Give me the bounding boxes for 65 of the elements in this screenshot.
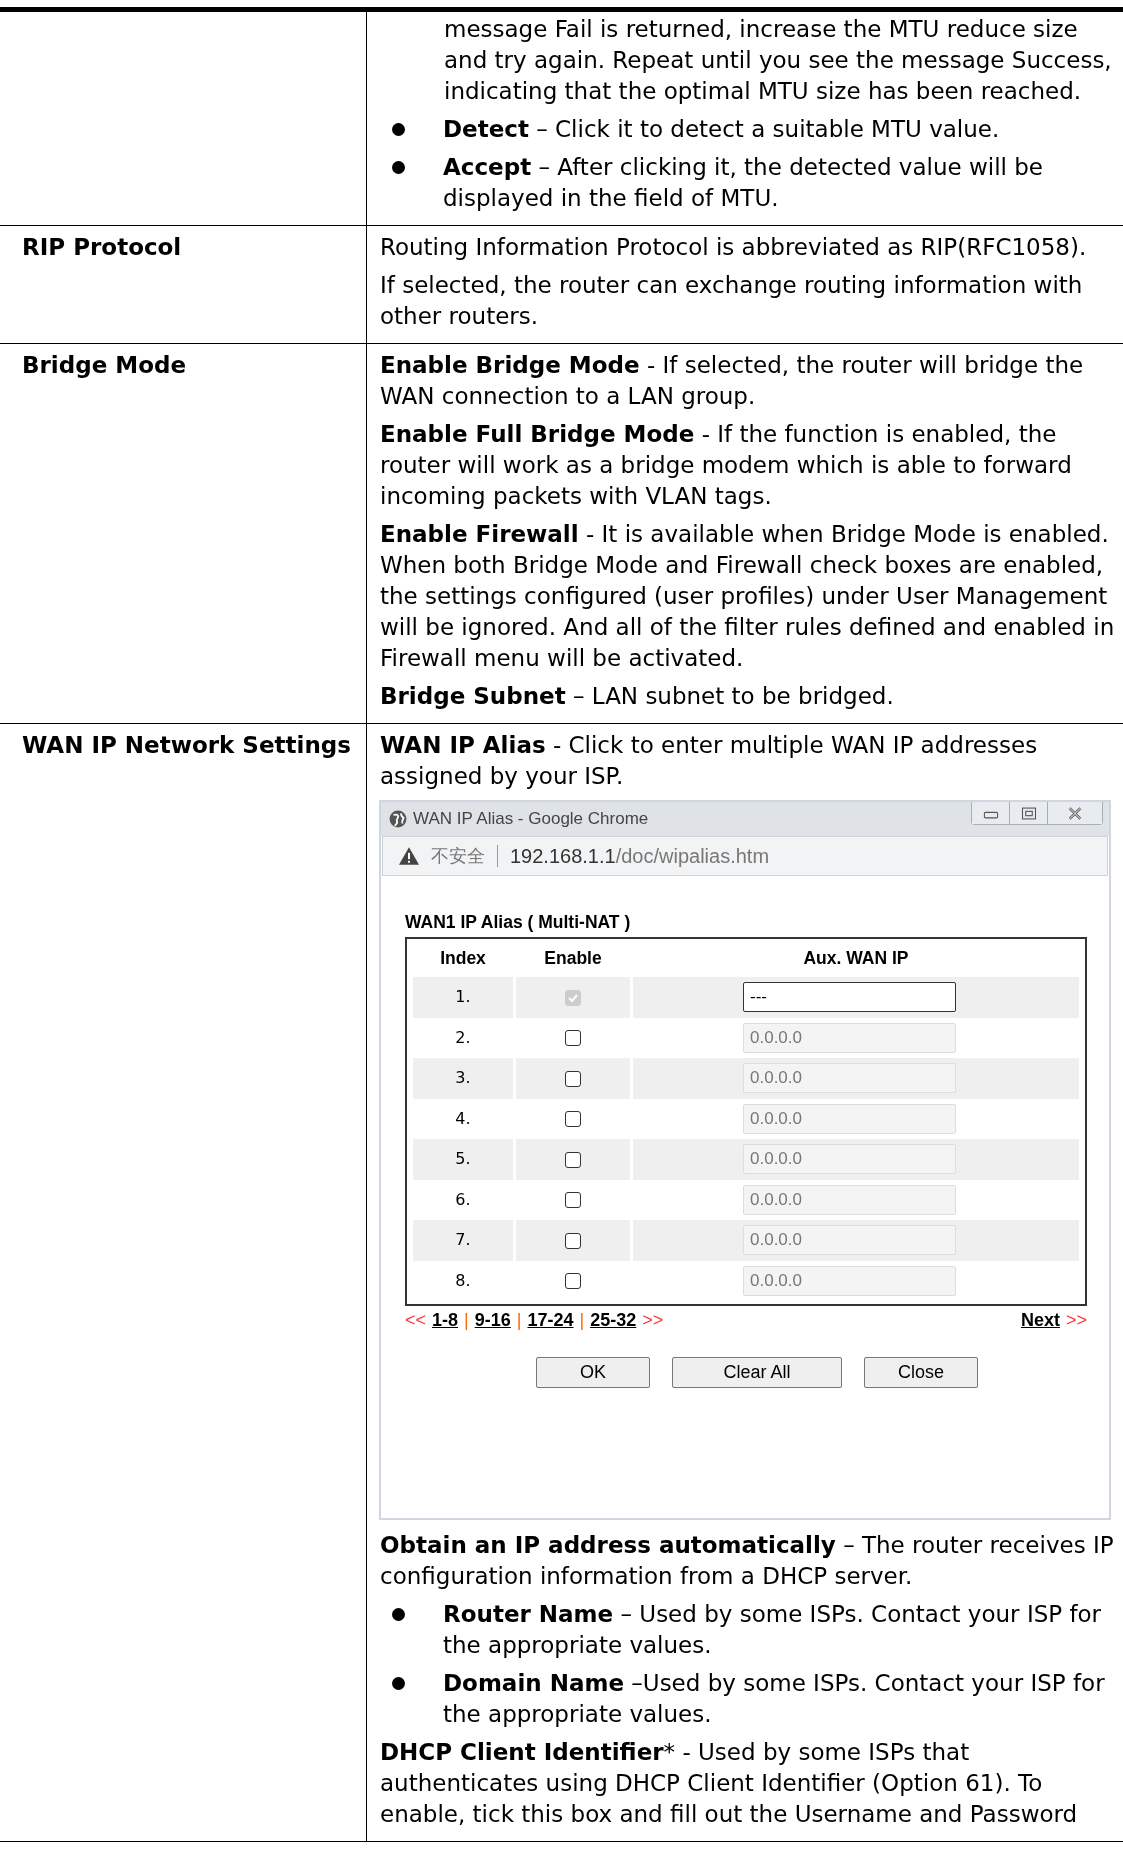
maximize-icon — [1020, 806, 1037, 820]
page-heading: WAN1 IP Alias ( Multi-NAT ) — [405, 912, 632, 933]
close-button[interactable] — [1048, 802, 1102, 824]
index-text: 7. — [455, 1230, 471, 1250]
index-text: 2. — [455, 1027, 471, 1047]
close-icon — [1067, 806, 1083, 820]
bullet-text: Router Name – Used by some ISPs. Contact your ISP for the appropriate values. — [443, 1600, 1103, 1660]
column-header: Enable — [543, 946, 603, 970]
minimize-button[interactable] — [972, 802, 1010, 824]
security-label: 不安全 — [431, 845, 485, 868]
page-link[interactable]: 9-16 — [474, 1310, 511, 1331]
setting-name: Bridge Mode — [22, 352, 187, 378]
index-text: 8. — [455, 1270, 471, 1290]
address-bar[interactable]: 不安全 192.168.1.1/doc/wipalias.htm — [382, 836, 1108, 876]
description-text: message Fail is returned, increase the MTU reduce size and try again. Repeat until you see the message Success, indicating that the optimal MTU size has been reached. — [443, 15, 1113, 106]
next-arrows[interactable]: >> — [1065, 1310, 1087, 1331]
window-title: WAN IP Alias - Google Chrome — [413, 809, 649, 829]
description-text: Enable Bridge Mode - If selected, the router will bridge the WAN connection to a LAN group. — [380, 351, 1085, 411]
column-header: Aux. WAN IP — [802, 946, 910, 970]
bullet-text: Detect – Click it to detect a suitable MTU value. — [443, 115, 1000, 144]
enable-checkbox[interactable] — [565, 1070, 581, 1087]
description-text: Routing Information Protocol is abbreviated as RIP(RFC1058). — [380, 233, 1088, 262]
enable-checkbox[interactable] — [565, 1232, 581, 1249]
url-text: 192.168.1.1/doc/wipalias.htm — [510, 844, 770, 868]
dialog-button[interactable]: Clear All — [672, 1357, 842, 1388]
globe-icon — [389, 810, 407, 828]
description-text: Obtain an IP address automatically – The router receives IP configuration information from a DHCP server. — [380, 1531, 1115, 1591]
index-text: 3. — [455, 1068, 471, 1088]
column-header: Index — [439, 946, 487, 970]
page-link[interactable]: 1-8 — [432, 1310, 459, 1331]
bullet-icon — [392, 123, 405, 136]
description-text: DHCP Client Identifier* - Used by some ISPs that authenticates using DHCP Client Identifier (Option 61). To enable, tick this box and fill out the Username and Password — [380, 1738, 1079, 1829]
description-text: WAN IP Alias - Click to enter multiple WAN IP addresses assigned by your ISP. — [380, 731, 1039, 791]
bullet-icon — [392, 1608, 405, 1621]
enable-checkbox[interactable] — [565, 1030, 581, 1047]
index-text: 4. — [455, 1108, 471, 1128]
page-link[interactable]: 25-32 — [590, 1310, 637, 1331]
next-link[interactable]: Next — [1020, 1310, 1060, 1331]
index-text: 5. — [455, 1149, 471, 1169]
warning-icon — [399, 847, 419, 865]
page-separator: | — [579, 1310, 585, 1331]
previous-arrows[interactable]: << — [405, 1310, 427, 1331]
more-arrows[interactable]: >> — [642, 1310, 664, 1331]
enable-checkbox[interactable] — [565, 1192, 581, 1209]
page-separator: | — [464, 1310, 469, 1331]
bullet-text: Domain Name –Used by some ISPs. Contact your ISP for the appropriate values. — [443, 1669, 1106, 1729]
enable-checkbox[interactable] — [565, 1111, 581, 1128]
page-separator: | — [516, 1310, 522, 1331]
bullet-icon — [392, 161, 405, 174]
description-text: Bridge Subnet – LAN subnet to be bridged. — [380, 682, 895, 711]
setting-name: WAN IP Network Settings — [22, 732, 351, 758]
index-text: 1. — [455, 987, 471, 1007]
index-text: 6. — [455, 1189, 471, 1209]
description-text: Enable Full Bridge Mode - If the function is enabled, the router will work as a bridge modem which is able to forward incoming packets with VLAN tags. — [380, 420, 1073, 511]
dialog-button[interactable]: OK — [536, 1357, 650, 1388]
description-text: If selected, the router can exchange routing information with other routers. — [380, 271, 1084, 331]
bullet-icon — [392, 1677, 405, 1690]
maximize-button[interactable] — [1010, 802, 1048, 824]
description-text: Enable Firewall - It is available when Bridge Mode is enabled. When both Bridge Mode and Firewall check boxes are enabled, the settings configured (user profiles) under User Management will be ignored. And all of the filter rules defined and enabled in Firewall menu will be activated. — [380, 520, 1116, 673]
setting-name: RIP Protocol — [22, 234, 182, 260]
bullet-text: Accept – After clicking it, the detected value will be displayed in the field of MTU. — [443, 153, 1044, 213]
enable-checkbox[interactable] — [565, 1151, 581, 1168]
page-link[interactable]: 17-24 — [527, 1310, 574, 1331]
dialog-button[interactable]: Close — [864, 1357, 978, 1388]
enable-checkbox[interactable] — [565, 1273, 581, 1290]
